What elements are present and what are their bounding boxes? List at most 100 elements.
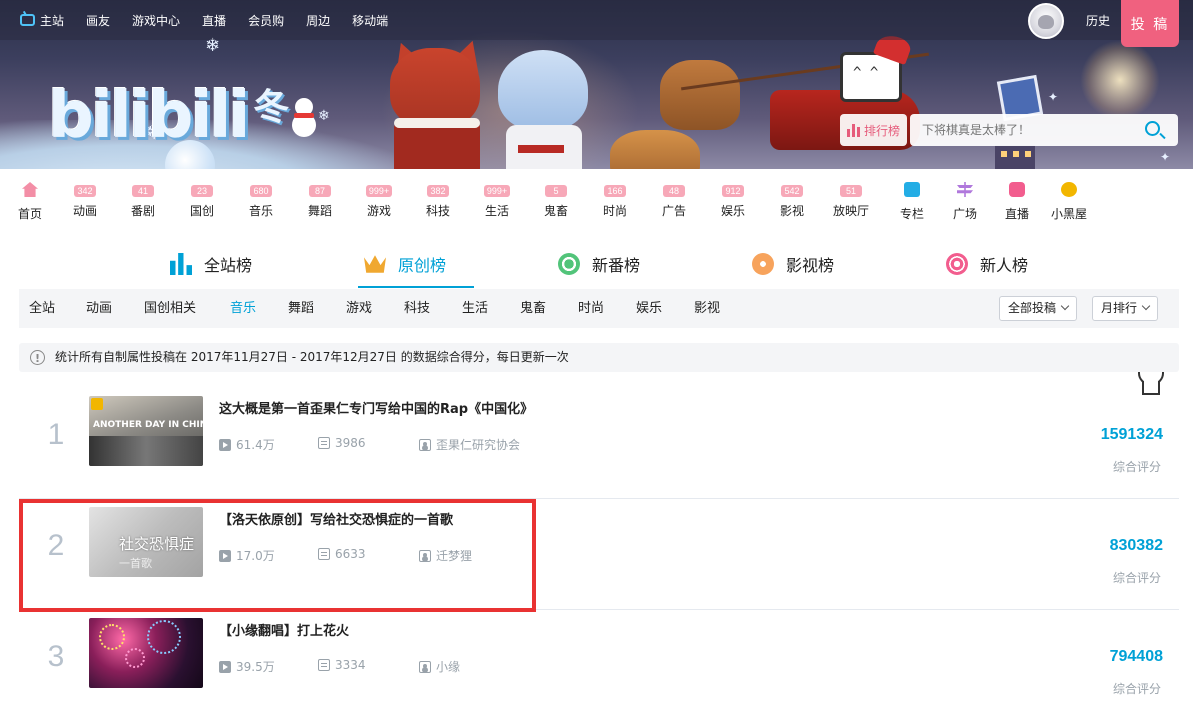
category-live[interactable]: 直播 [993, 177, 1041, 222]
avatar[interactable] [1028, 3, 1064, 39]
search-input[interactable] [910, 114, 1140, 146]
signpost-icon [957, 182, 973, 197]
score-label: 综合评分 [1112, 460, 1161, 474]
search-box [910, 114, 1178, 146]
snowflake-icon: ✦ [1160, 150, 1171, 164]
category-ads[interactable]: 48 广告 [650, 177, 698, 219]
uploader[interactable]: 歪果仁研究协会 [419, 436, 520, 453]
search-icon[interactable] [1145, 121, 1160, 136]
sub-tab-life[interactable]: 生活 [462, 289, 488, 328]
topnav-merch[interactable]: 周边 [306, 12, 330, 29]
scales-icon [1061, 182, 1077, 197]
category-nav: 首页 342 动画 41 番剧 23 国创 680 音乐 87 舞蹈 999+ 游戏 382… [0, 177, 1193, 395]
post-button[interactable]: 投 稿 [1121, 0, 1179, 47]
badge-icon [91, 398, 103, 410]
category-entertainment[interactable]: 912 娱乐 [709, 177, 757, 219]
topnav-main-site[interactable]: 主站 [20, 12, 64, 29]
video-title[interactable]: 【小缘翻唱】打上花火 [219, 620, 349, 639]
sub-category-bar: 全站 动画 国创相关 音乐 舞蹈 游戏 科技 生活 鬼畜 时尚 娱乐 影视 全部… [19, 289, 1179, 328]
sub-tab-all[interactable]: 全站 [29, 289, 55, 328]
category-column[interactable]: 专栏 [888, 177, 936, 222]
video-thumbnail[interactable] [89, 618, 203, 688]
topnav-painters[interactable]: 画友 [86, 12, 110, 29]
category-label: 鬼畜 [543, 204, 568, 218]
category-theater[interactable]: 51 放映厅 [827, 177, 875, 219]
category-music[interactable]: 680 音乐 [237, 177, 285, 219]
tab-newcomer[interactable]: 新人榜 [946, 240, 1028, 288]
category-animation[interactable]: 342 动画 [61, 177, 109, 219]
category-kichiku[interactable]: 5 鬼畜 [532, 177, 580, 219]
category-dance[interactable]: 87 舞蹈 [296, 177, 344, 219]
composite-score: 830382 [1109, 537, 1163, 554]
sub-tab-entertainment[interactable]: 娱乐 [636, 289, 662, 328]
sub-tab-animation[interactable]: 动画 [86, 289, 112, 328]
sub-tab-game[interactable]: 游戏 [346, 289, 372, 328]
category-tech[interactable]: 382 科技 [414, 177, 462, 219]
category-film[interactable]: 542 影视 [768, 177, 816, 219]
tab-all-site[interactable]: 全站榜 [170, 240, 252, 288]
category-life[interactable]: 999+ 生活 [473, 177, 521, 219]
sub-tab-tech[interactable]: 科技 [404, 289, 430, 328]
sub-tab-film[interactable]: 影视 [694, 289, 720, 328]
banner-character-blue [498, 50, 588, 169]
ranking-button[interactable]: 排行榜 [840, 114, 907, 146]
period-dropdown[interactable]: 月排行 [1092, 296, 1159, 321]
banner-lamp [1080, 40, 1160, 120]
rank-item: 3 【小缘翻唱】打上花火 39.5万 3334 小缘 794408 综合评分 [19, 610, 1179, 721]
category-blackroom[interactable]: 小黑屋 [1045, 177, 1093, 222]
tab-label: 影视榜 [786, 256, 835, 275]
topnav-live[interactable]: 直播 [202, 12, 226, 29]
video-title[interactable]: 这大概是第一首歪果仁专门写给中国的Rap《中国化》 [219, 398, 533, 417]
logo-season: 冬 [253, 87, 290, 128]
chevron-down-icon [1141, 301, 1151, 311]
sub-tab-music[interactable]: 音乐 [230, 289, 256, 328]
rank-number: 1 [47, 418, 65, 451]
topnav-game-center[interactable]: 游戏中心 [132, 12, 180, 29]
bilibili-logo[interactable]: bilibili 冬 [48, 62, 317, 148]
play-count: 61.4万 [219, 436, 275, 453]
danmaku-count: 3986 [318, 436, 366, 450]
tab-label: 新番榜 [592, 256, 641, 275]
count-badge: 382 [427, 185, 449, 197]
tab-film[interactable]: 影视榜 [752, 240, 834, 288]
banner-house [995, 145, 1035, 169]
banner-sleigh [610, 30, 960, 169]
column-icon [904, 182, 920, 197]
count-badge: 23 [191, 185, 213, 197]
history-link[interactable]: 历史 [1086, 12, 1110, 29]
sub-tab-guochuang[interactable]: 国创相关 [144, 289, 196, 328]
crown-icon [364, 255, 386, 273]
sub-tab-dance[interactable]: 舞蹈 [288, 289, 314, 328]
topnav-label: 主站 [40, 13, 65, 28]
category-fashion[interactable]: 166 时尚 [591, 177, 639, 219]
category-home[interactable]: 首页 [6, 177, 54, 222]
play-icon [219, 438, 231, 451]
uploader[interactable]: 小缘 [419, 658, 460, 675]
tab-original[interactable]: 原创榜 [357, 240, 475, 288]
user-icon [419, 438, 431, 451]
category-label: 广场 [952, 207, 977, 221]
category-bangumi[interactable]: 41 番剧 [119, 177, 167, 219]
sub-tab-fashion[interactable]: 时尚 [578, 289, 604, 328]
topnav-mobile[interactable]: 移动端 [352, 12, 388, 29]
category-label: 直播 [1004, 207, 1029, 221]
category-label: 动画 [72, 204, 97, 218]
video-thumbnail[interactable]: ANOTHER DAY IN CHINA [89, 396, 203, 466]
topnav-vip-shop[interactable]: 会员购 [248, 12, 284, 29]
count-badge: 680 [250, 185, 272, 197]
chevron-down-icon [1060, 301, 1070, 311]
category-label: 影视 [779, 204, 804, 218]
sub-tab-kichiku[interactable]: 鬼畜 [520, 289, 546, 328]
count-badge: 48 [663, 185, 685, 197]
danmaku-icon [318, 437, 330, 449]
type-dropdown[interactable]: 全部投稿 [999, 296, 1078, 321]
category-game[interactable]: 999+ 游戏 [355, 177, 403, 219]
tab-new-bangumi[interactable]: 新番榜 [558, 240, 640, 288]
category-guochuang[interactable]: 23 国创 [178, 177, 226, 219]
new-face-icon [946, 253, 968, 275]
rank-tabs: 全站榜 原创榜 新番榜 影视榜 新人榜 [0, 240, 1193, 288]
count-badge: 999+ [365, 185, 393, 197]
snowflake-icon: ✦ [1048, 90, 1059, 104]
composite-score: 1591324 [1100, 426, 1163, 443]
category-square[interactable]: 广场 [941, 177, 989, 222]
